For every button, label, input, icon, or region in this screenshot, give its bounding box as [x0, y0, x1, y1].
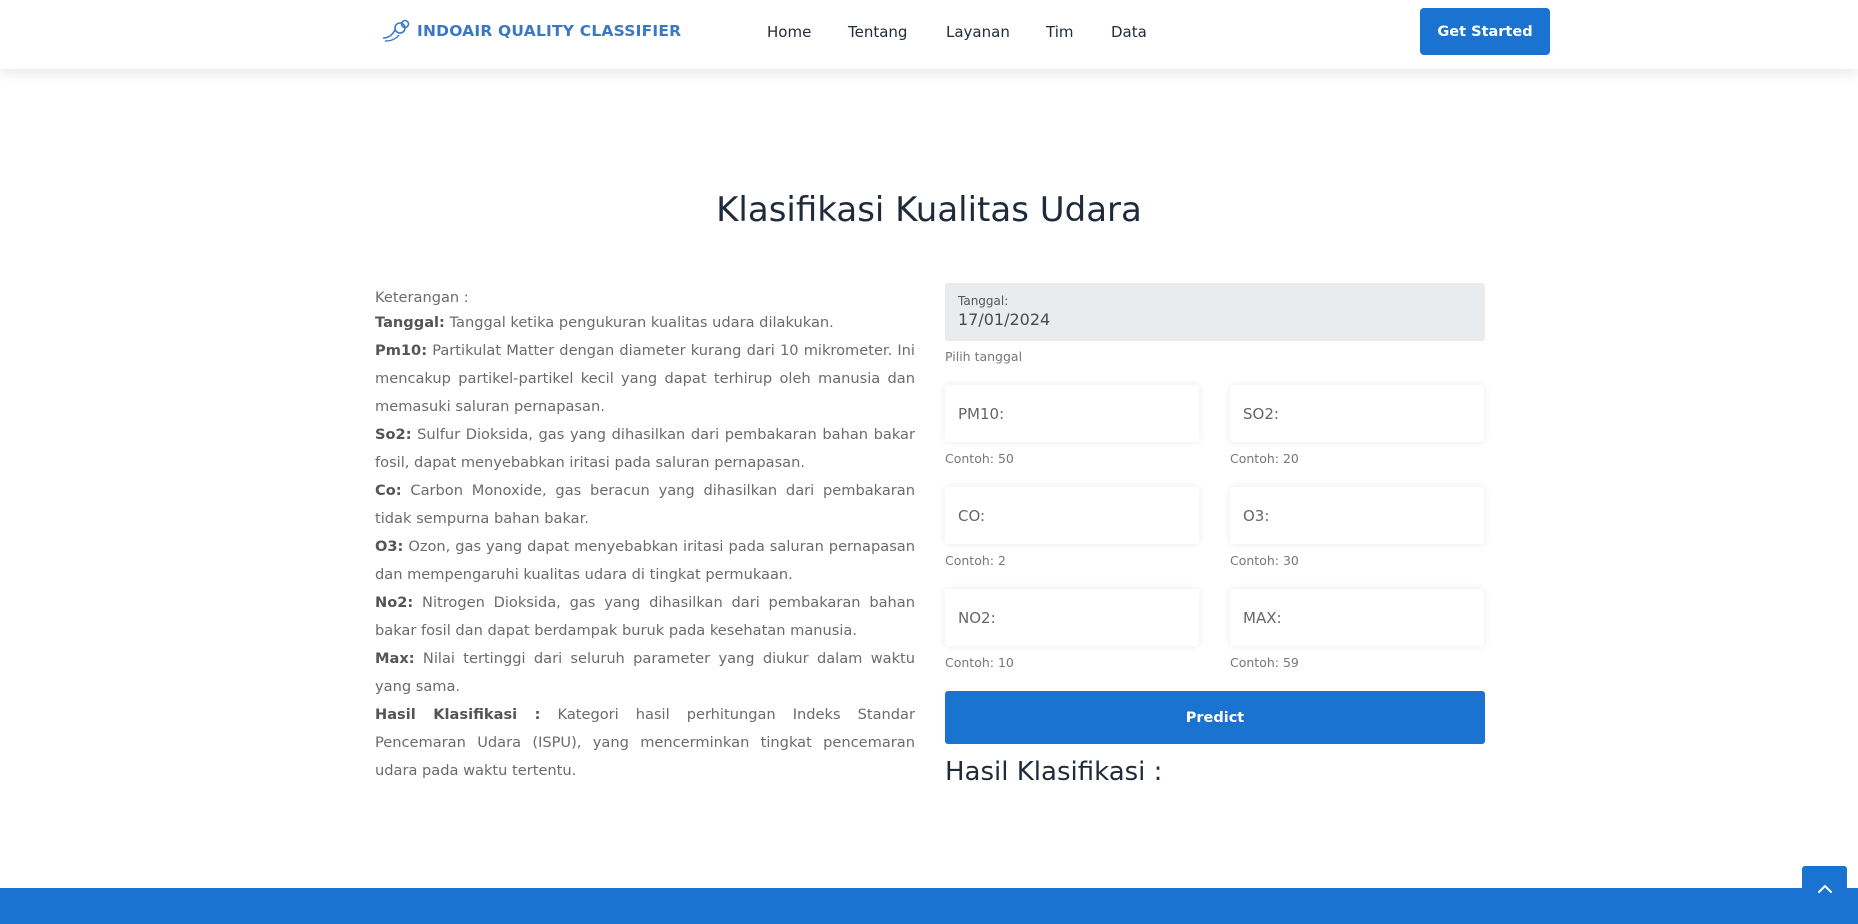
description-panel: Keterangan : Tanggal: Tanggal ketika pen… — [375, 284, 915, 785]
site-header: INDOAIR QUALITY CLASSIFIER Home Tentang … — [0, 0, 1858, 69]
description-term: So2: — [375, 426, 412, 443]
description-term: O3: — [375, 538, 404, 555]
description-text: Ozon, gas yang dapat menyebabkan iritasi… — [375, 538, 915, 583]
description-term: Co: — [375, 482, 402, 499]
o3-hint: Contoh: 30 — [1230, 553, 1299, 568]
co-field[interactable] — [945, 487, 1199, 544]
o3-field[interactable] — [1230, 487, 1484, 544]
description-item: Hasil Klasifikasi : Kategori hasil perhi… — [375, 701, 915, 785]
so2-hint: Contoh: 20 — [1230, 451, 1299, 466]
description-term: No2: — [375, 594, 414, 611]
description-item: So2: Sulfur Dioksida, gas yang dihasilka… — [375, 421, 915, 477]
page-title: Klasifikasi Kualitas Udara — [716, 190, 1142, 230]
so2-input[interactable] — [1230, 385, 1484, 442]
co-input[interactable] — [945, 487, 1199, 544]
date-field-value[interactable]: 17/01/2024 — [958, 310, 1050, 329]
no2-hint: Contoh: 10 — [945, 655, 1014, 670]
description-text: Nitrogen Dioksida, gas yang dihasilkan d… — [375, 594, 915, 639]
main-nav: Home Tentang Layanan Tim Data — [767, 23, 1147, 41]
brand-name: INDOAIR QUALITY CLASSIFIER — [417, 22, 682, 40]
description-item: Tanggal: Tanggal ketika pengukuran kuali… — [375, 309, 915, 337]
pm10-field[interactable] — [945, 385, 1199, 442]
pm10-input[interactable] — [945, 385, 1199, 442]
nav-data[interactable]: Data — [1111, 23, 1147, 41]
nav-layanan[interactable]: Layanan — [946, 23, 1046, 41]
description-term: Max: — [375, 650, 415, 667]
result-title: Hasil Klasifikasi : — [945, 757, 1163, 787]
max-hint: Contoh: 59 — [1230, 655, 1299, 670]
description-text: Carbon Monoxide, gas beracun yang dihasi… — [375, 482, 915, 527]
brand-logo[interactable]: INDOAIR QUALITY CLASSIFIER — [381, 18, 681, 44]
nav-tentang[interactable]: Tentang — [848, 23, 946, 41]
description-text: Partikulat Matter dengan diameter kurang… — [375, 342, 915, 415]
predict-button[interactable]: Predict — [945, 691, 1485, 744]
description-item: No2: Nitrogen Dioksida, gas yang dihasil… — [375, 589, 915, 645]
description-text: Tanggal ketika pengukuran kualitas udara… — [444, 314, 834, 331]
pm10-hint: Contoh: 50 — [945, 451, 1014, 466]
date-field[interactable]: Tanggal: 17/01/2024 — [945, 283, 1485, 341]
description-item: Co: Carbon Monoxide, gas beracun yang di… — [375, 477, 915, 533]
no2-field[interactable] — [945, 589, 1199, 646]
description-heading: Keterangan : — [375, 289, 469, 306]
back-to-top-button[interactable] — [1802, 866, 1847, 911]
nav-tim[interactable]: Tim — [1046, 23, 1111, 41]
wind-logo-icon — [382, 19, 410, 42]
description-item: O3: Ozon, gas yang dapat menyebabkan iri… — [375, 533, 915, 589]
date-hint: Pilih tanggal — [945, 349, 1023, 364]
description-term: Tanggal: — [375, 314, 445, 331]
chevron-up-icon — [1817, 884, 1832, 893]
description-text: Sulfur Dioksida, gas yang dihasilkan dar… — [375, 426, 915, 471]
description-term: Hasil Klasifikasi : — [375, 706, 541, 723]
nav-home[interactable]: Home — [767, 23, 848, 41]
footer — [0, 888, 1858, 924]
description-item: Max: Nilai tertinggi dari seluruh parame… — [375, 645, 915, 701]
no2-input[interactable] — [945, 589, 1199, 646]
description-item: Pm10: Partikulat Matter dengan diameter … — [375, 337, 915, 421]
max-field[interactable] — [1230, 589, 1484, 646]
get-started-button[interactable]: Get Started — [1420, 8, 1550, 55]
description-term: Pm10: — [375, 342, 428, 359]
so2-field[interactable] — [1230, 385, 1484, 442]
description-text: Nilai tertinggi dari seluruh parameter y… — [375, 650, 915, 695]
co-hint: Contoh: 2 — [945, 553, 1006, 568]
max-input[interactable] — [1230, 589, 1484, 646]
date-field-label: Tanggal: — [958, 294, 1009, 308]
o3-input[interactable] — [1230, 487, 1484, 544]
